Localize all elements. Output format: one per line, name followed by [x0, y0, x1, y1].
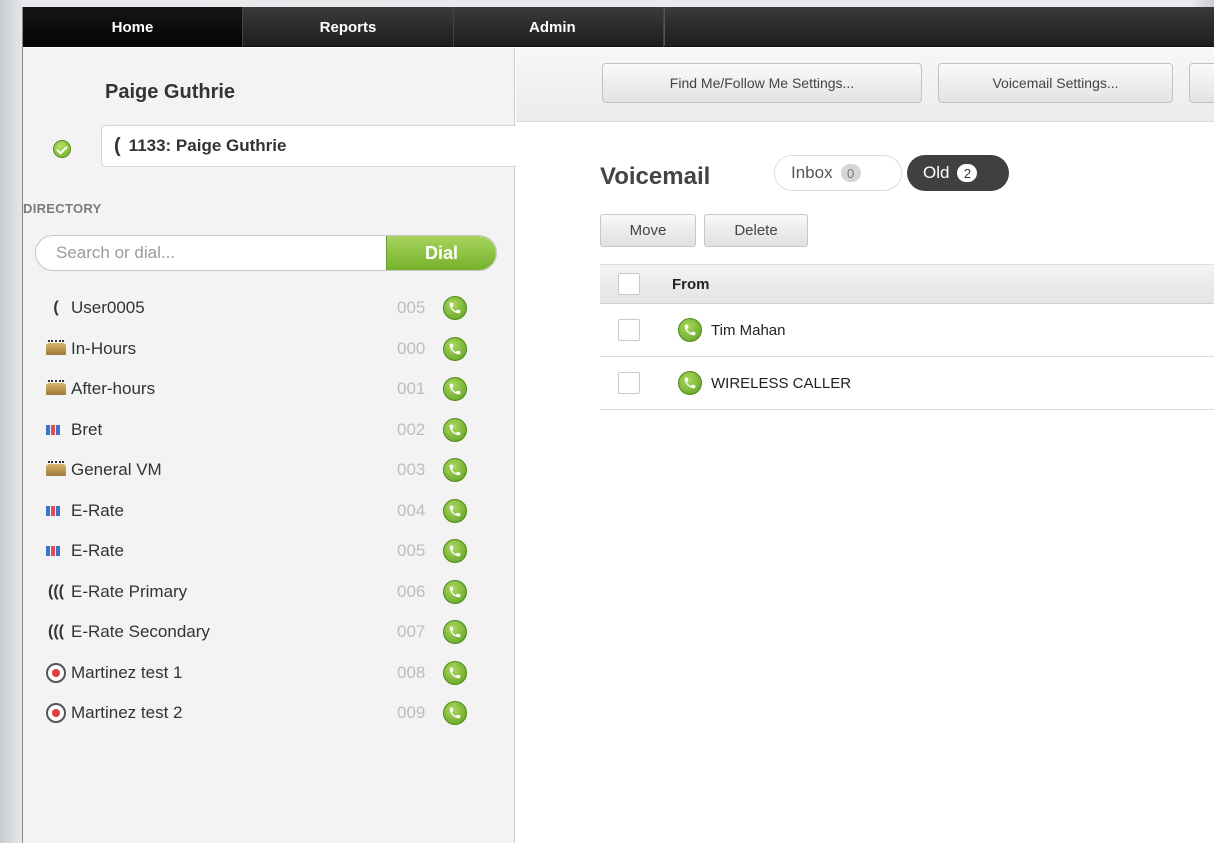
- phone-handset-icon: (: [53, 299, 59, 317]
- call-icon[interactable]: [443, 660, 467, 685]
- directory-heading: DIRECTORY: [23, 201, 102, 216]
- directory-search: Dial: [35, 235, 497, 271]
- inbox-count-badge: 0: [840, 164, 861, 182]
- call-icon[interactable]: [443, 417, 467, 442]
- directory-item[interactable]: ( User0005 005: [45, 288, 495, 329]
- directory-item-number: 006: [397, 581, 426, 601]
- conference-icon: [45, 703, 67, 724]
- directory-item-number: 009: [397, 703, 426, 723]
- move-button[interactable]: Move: [600, 214, 696, 247]
- column-header-from[interactable]: From: [672, 276, 710, 293]
- tab-inbox[interactable]: Inbox 0: [774, 155, 902, 191]
- directory-item-name: E-Rate Primary: [71, 581, 188, 601]
- call-icon[interactable]: [443, 498, 467, 523]
- status-available-icon[interactable]: [53, 140, 71, 158]
- hunt-group-icon: (((: [48, 582, 64, 600]
- sidebar: Paige Guthrie ( 1133: Paige Guthrie DIRE…: [23, 48, 521, 843]
- directory-item[interactable]: E-Rate 005: [45, 531, 495, 572]
- directory-item-name: User0005: [71, 298, 145, 318]
- row-checkbox[interactable]: [618, 319, 640, 341]
- directory-item-number: 005: [397, 541, 426, 561]
- call-icon[interactable]: [678, 318, 702, 342]
- directory-item[interactable]: After-hours 001: [45, 369, 495, 410]
- app-window: Home Reports Admin Paige Guthrie ( 1133:…: [22, 7, 1214, 843]
- main-panel: Find Me/Follow Me Settings... Voicemail …: [516, 48, 1214, 843]
- top-navigation: Home Reports Admin: [23, 7, 1214, 47]
- call-icon[interactable]: [443, 701, 467, 726]
- call-icon[interactable]: [443, 296, 467, 321]
- directory-item-name: In-Hours: [71, 338, 137, 358]
- call-icon[interactable]: [443, 620, 467, 645]
- table-row[interactable]: WIRELESS CALLER: [600, 357, 1214, 410]
- voicemail-box-icon: [45, 339, 67, 358]
- toolbar: Find Me/Follow Me Settings... Voicemail …: [516, 48, 1214, 122]
- directory-item-name: Martinez test 2: [71, 703, 183, 723]
- directory-item-number: 002: [397, 419, 426, 439]
- tab-reports[interactable]: Reports: [243, 7, 454, 47]
- select-all-checkbox[interactable]: [618, 273, 640, 295]
- tab-home[interactable]: Home: [23, 7, 243, 47]
- call-icon[interactable]: [678, 371, 702, 395]
- old-count-badge: 2: [957, 164, 978, 182]
- ring-group-icon: [45, 421, 67, 439]
- directory-item-number: 008: [397, 662, 426, 682]
- ring-group-icon: [45, 502, 67, 520]
- row-checkbox[interactable]: [618, 372, 640, 394]
- directory-item-name: E-Rate: [71, 541, 124, 561]
- directory-item[interactable]: ((( E-Rate Primary 006: [45, 572, 495, 613]
- voicemail-settings-button[interactable]: Voicemail Settings...: [938, 63, 1173, 103]
- directory-item-number: 001: [397, 379, 426, 399]
- directory-item-number: 007: [397, 622, 426, 642]
- ring-group-icon: [45, 542, 67, 560]
- directory-item[interactable]: General VM 003: [45, 450, 495, 491]
- tab-old-label: Old: [923, 163, 950, 182]
- directory-item-name: After-hours: [71, 379, 156, 399]
- directory-item-number: 003: [397, 460, 426, 480]
- user-name: Paige Guthrie: [105, 81, 236, 103]
- delete-button[interactable]: Delete: [704, 214, 808, 247]
- table-row[interactable]: Tim Mahan: [600, 304, 1214, 357]
- extension-selector[interactable]: ( 1133: Paige Guthrie: [101, 125, 521, 167]
- directory-item[interactable]: Bret 002: [45, 410, 495, 451]
- table-header: From: [600, 264, 1214, 304]
- phone-handset-icon: (: [114, 134, 121, 157]
- voicemail-box-icon: [45, 461, 67, 479]
- directory-item-name: Bret: [71, 419, 103, 439]
- tab-admin[interactable]: Admin: [454, 7, 664, 47]
- directory-item-name: Martinez test 1: [71, 662, 183, 682]
- dial-button[interactable]: Dial: [386, 236, 496, 270]
- directory-item-name: General VM: [71, 460, 162, 480]
- call-icon[interactable]: [443, 336, 467, 361]
- call-icon[interactable]: [443, 458, 467, 483]
- caller-name: Tim Mahan: [711, 321, 786, 339]
- voicemail-box-icon: [45, 380, 67, 398]
- directory-item[interactable]: In-Hours 000: [45, 329, 495, 370]
- directory-item-name: E-Rate Secondary: [71, 622, 210, 642]
- directory-item[interactable]: Martinez test 2 009: [45, 693, 495, 734]
- voicemail-table: From Tim Mahan WIRELESS CALLER: [600, 264, 1214, 410]
- directory-item-number: 004: [397, 500, 426, 520]
- nav-filler: [664, 7, 1214, 46]
- directory-item-number: 005: [397, 298, 426, 318]
- find-me-follow-me-button[interactable]: Find Me/Follow Me Settings...: [602, 63, 922, 103]
- directory-item-number: 000: [397, 338, 426, 358]
- call-icon[interactable]: [443, 377, 467, 402]
- directory-list: ( User0005 005 In-Hours 000 After-hours …: [45, 288, 495, 734]
- conference-icon: [45, 662, 67, 683]
- search-input[interactable]: [36, 236, 386, 270]
- extension-label: 1133: Paige Guthrie: [128, 136, 287, 155]
- directory-item-name: E-Rate: [71, 500, 124, 520]
- hunt-group-icon: (((: [48, 623, 64, 641]
- directory-item[interactable]: ((( E-Rate Secondary 007: [45, 612, 495, 653]
- page-title: Voicemail: [600, 163, 711, 190]
- directory-item[interactable]: E-Rate 004: [45, 491, 495, 532]
- call-icon[interactable]: [443, 539, 467, 564]
- tab-inbox-label: Inbox: [791, 163, 833, 182]
- tab-old[interactable]: Old 2: [907, 155, 1009, 191]
- more-toolbar-button[interactable]: [1189, 63, 1214, 103]
- directory-item[interactable]: Martinez test 1 008: [45, 653, 495, 694]
- call-icon[interactable]: [443, 579, 467, 604]
- caller-name: WIRELESS CALLER: [711, 374, 852, 392]
